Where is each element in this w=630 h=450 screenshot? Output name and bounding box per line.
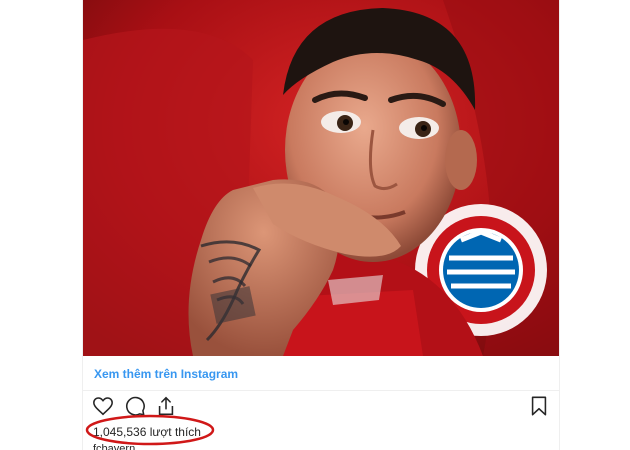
caption-username[interactable]: fcbayern: [93, 443, 135, 450]
instagram-post-embed: Xem thêm trên Instagram 1,045,536 lượt t…: [82, 0, 560, 450]
embed-page: Xem thêm trên Instagram 1,045,536 lượt t…: [0, 0, 630, 450]
see-more-bar: Xem thêm trên Instagram: [83, 356, 559, 391]
bookmark-icon[interactable]: [528, 395, 550, 417]
likes-count[interactable]: 1,045,536 lượt thích: [93, 425, 201, 439]
heart-icon[interactable]: [92, 395, 114, 417]
comment-icon[interactable]: [124, 395, 146, 417]
action-bar: [83, 393, 559, 419]
see-more-on-instagram-link[interactable]: Xem thêm trên Instagram: [94, 367, 238, 381]
post-photo[interactable]: [83, 0, 559, 356]
share-icon[interactable]: [155, 395, 177, 417]
